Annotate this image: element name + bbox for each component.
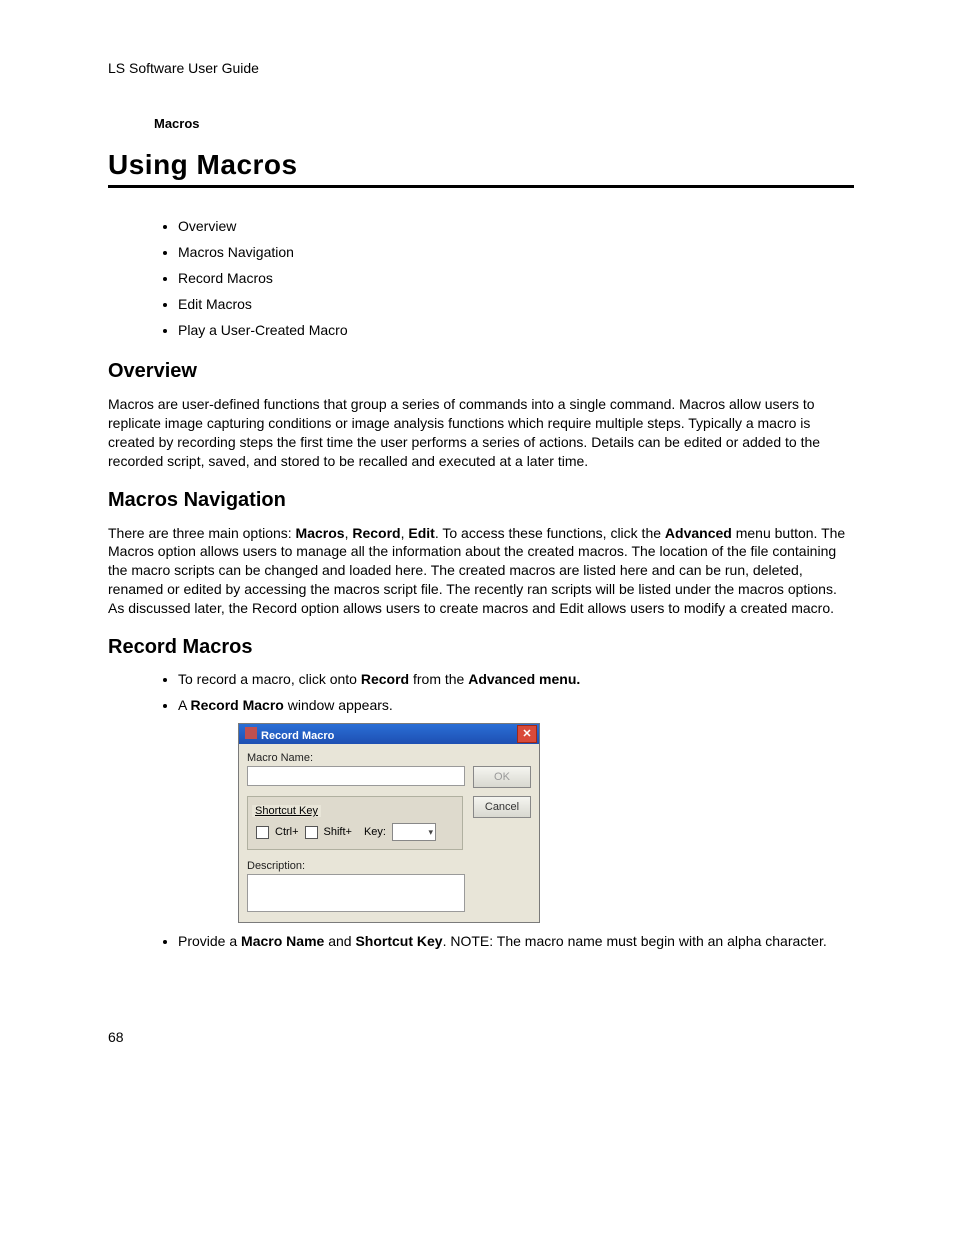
step-bold: Record Macro <box>190 697 283 713</box>
navigation-body: There are three main options: Macros, Re… <box>108 524 854 618</box>
record-steps: To record a macro, click onto Record fro… <box>108 671 854 949</box>
step-text: Provide a <box>178 933 241 949</box>
list-item: To record a macro, click onto Record fro… <box>178 671 854 687</box>
ctrl-checkbox[interactable] <box>256 826 269 839</box>
step-text: and <box>324 933 355 949</box>
key-label: Key: <box>364 826 386 838</box>
toc-item[interactable]: Overview <box>178 218 854 234</box>
nav-opt-record: Record <box>352 525 400 541</box>
doc-header: LS Software User Guide <box>108 60 854 76</box>
step-bold: Advanced menu. <box>468 671 580 687</box>
toc-item[interactable]: Edit Macros <box>178 296 854 312</box>
macro-name-field[interactable] <box>247 766 465 786</box>
shortcut-key-legend: Shortcut Key <box>252 805 321 817</box>
toc-item[interactable]: Record Macros <box>178 270 854 286</box>
ctrl-label: Ctrl+ <box>275 826 299 838</box>
shift-checkbox[interactable] <box>305 826 318 839</box>
description-field[interactable] <box>247 874 465 912</box>
toc-list: Overview Macros Navigation Record Macros… <box>108 218 854 338</box>
section-heading-navigation: Macros Navigation <box>108 489 854 512</box>
nav-opt-edit: Edit <box>408 525 434 541</box>
step-bold: Macro Name <box>241 933 324 949</box>
step-text: window appears. <box>284 697 393 713</box>
page-number: 68 <box>108 1029 854 1045</box>
page-title: Using Macros <box>108 149 854 181</box>
step-bold: Shortcut Key <box>355 933 442 949</box>
cancel-button[interactable]: Cancel <box>473 796 531 818</box>
dialog-sys-icon <box>245 727 257 739</box>
section-heading-overview: Overview <box>108 360 854 383</box>
dialog-title: Record Macro <box>261 730 334 742</box>
nav-opt-macros: Macros <box>296 525 345 541</box>
dialog-titlebar: Record Macro ✕ <box>239 724 539 744</box>
step-text: To record a macro, click onto <box>178 671 361 687</box>
record-macro-dialog: Record Macro ✕ Macro Name: Shortcut Key <box>238 723 540 923</box>
nav-advanced: Advanced <box>665 525 732 541</box>
list-item: A Record Macro window appears. Record Ma… <box>178 697 854 923</box>
toc-item[interactable]: Macros Navigation <box>178 244 854 260</box>
list-item: Provide a Macro Name and Shortcut Key. N… <box>178 933 854 949</box>
toc-item[interactable]: Play a User-Created Macro <box>178 322 854 338</box>
step-bold: Record <box>361 671 409 687</box>
close-icon: ✕ <box>522 729 531 740</box>
close-button[interactable]: ✕ <box>517 725 537 743</box>
step-text: from the <box>409 671 468 687</box>
step-text: A <box>178 697 190 713</box>
breadcrumb: Macros <box>154 116 854 131</box>
nav-text: There are three main options: <box>108 525 296 541</box>
nav-text: . To access these functions, click the <box>435 525 665 541</box>
macro-name-label: Macro Name: <box>247 752 463 764</box>
ok-button[interactable]: OK <box>473 766 531 788</box>
key-select[interactable] <box>392 823 436 841</box>
shortcut-key-group: Shortcut Key Ctrl+ Shift+ Key: <box>247 796 463 850</box>
description-label: Description: <box>247 860 463 872</box>
title-rule <box>108 185 854 188</box>
shift-label: Shift+ <box>324 826 352 838</box>
section-heading-record: Record Macros <box>108 636 854 659</box>
overview-body: Macros are user-defined functions that g… <box>108 395 854 471</box>
step-text: . NOTE: The macro name must begin with a… <box>443 933 827 949</box>
